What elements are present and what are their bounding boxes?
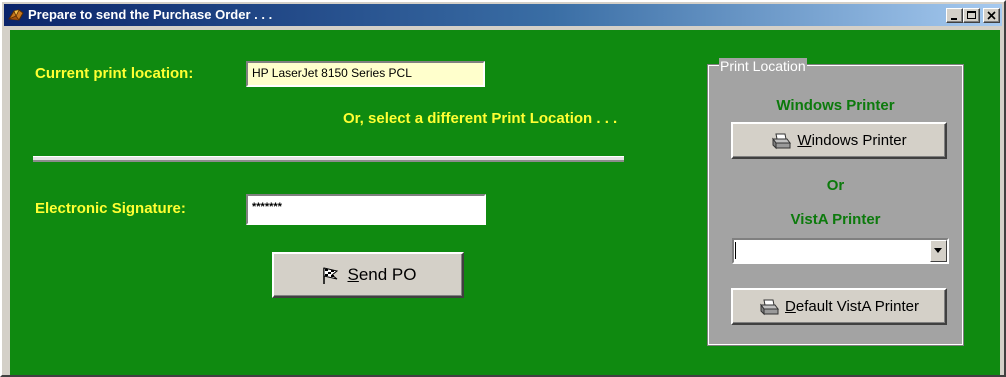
send-po-label: Send PO [347, 265, 417, 284]
send-po-button[interactable]: Send PO [272, 252, 464, 298]
current-print-location-field: HP LaserJet 8150 Series PCL [246, 61, 485, 87]
windows-printer-button[interactable]: Windows Printer [731, 122, 947, 159]
electronic-signature-input[interactable]: ******* [246, 194, 486, 225]
main-panel: Current print location: HP LaserJet 8150… [10, 30, 1000, 375]
windows-printer-button-label: Windows Printer [797, 132, 907, 149]
default-vista-printer-button[interactable]: Default VistA Printer [731, 288, 947, 325]
close-button[interactable] [983, 8, 1000, 23]
select-different-location-text: Or, select a different Print Location . … [343, 110, 618, 127]
default-vista-printer-button-label: Default VistA Printer [785, 298, 919, 315]
windows-printer-heading: Windows Printer [776, 97, 895, 114]
vista-printer-heading: VistA Printer [790, 211, 881, 228]
printer-icon [759, 298, 780, 316]
maximize-button[interactable] [963, 8, 980, 23]
text-cursor [735, 242, 736, 259]
current-print-location-label: Current print location: [35, 65, 194, 82]
chevron-down-icon [934, 248, 942, 253]
maximize-icon [967, 11, 976, 19]
print-location-group-title: Print Location [719, 58, 807, 74]
close-icon [987, 11, 996, 20]
minimize-icon [951, 18, 957, 20]
minimize-button[interactable] [946, 8, 963, 23]
title-bar[interactable]: Prepare to send the Purchase Order . . . [4, 4, 1002, 26]
vista-printer-dropdown[interactable] [732, 238, 949, 264]
dialog-window: Prepare to send the Purchase Order . . .… [0, 0, 1006, 377]
app-icon [7, 7, 25, 23]
dropdown-arrow-button[interactable] [930, 240, 947, 262]
checkered-flag-icon [320, 265, 342, 285]
divider [33, 156, 624, 162]
or-text: Or [826, 177, 845, 194]
electronic-signature-label: Electronic Signature: [35, 200, 186, 217]
printer-icon [771, 132, 792, 150]
print-location-group: Print Location Windows Printer Windows P… [707, 58, 964, 346]
window-title: Prepare to send the Purchase Order . . . [28, 7, 273, 22]
